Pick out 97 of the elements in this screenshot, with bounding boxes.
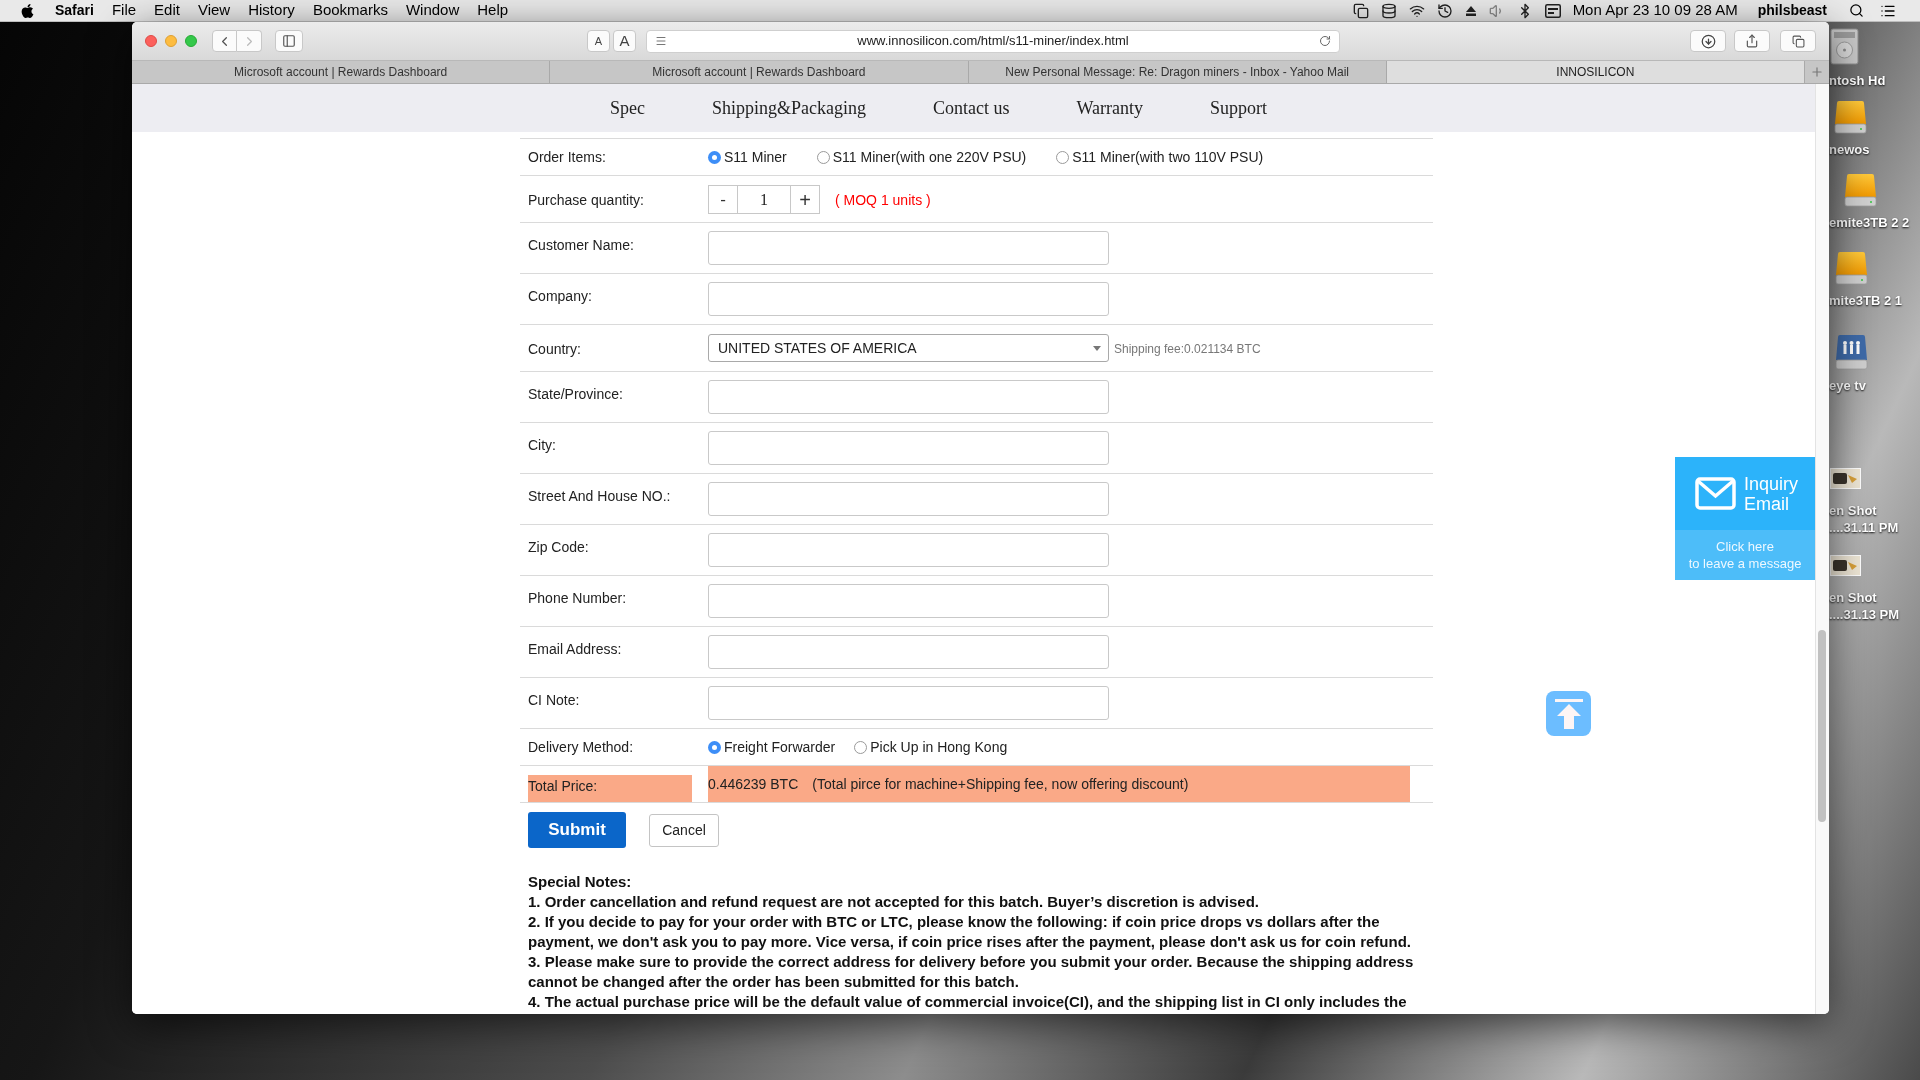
radio-option[interactable]: S11 Miner(with two 110V PSU)	[1056, 146, 1264, 168]
text-field[interactable]	[708, 635, 1109, 669]
arrow-to-top-icon	[1554, 698, 1583, 729]
field-label: CI Note:	[528, 692, 580, 708]
note-text: 4. The actual purchase price will be the default value of commercial invoice(CI), and the shipping list in CI only includes the	[528, 992, 1408, 1012]
minus-button[interactable]: -	[708, 185, 738, 214]
field-label: State/Province:	[528, 386, 623, 402]
mail-icon	[1695, 477, 1736, 510]
external-drive-icon[interactable]	[1834, 100, 1867, 134]
text-field[interactable]	[708, 282, 1109, 316]
text-field[interactable]	[708, 380, 1109, 414]
notes-heading: Special Notes:	[528, 872, 633, 892]
sidebar-icon	[282, 34, 296, 48]
text-field[interactable]	[708, 686, 1109, 720]
desktop-icon-label[interactable]: newos	[1829, 141, 1870, 158]
eject-icon[interactable]	[1464, 4, 1477, 17]
menu-item[interactable]: Edit	[154, 0, 180, 22]
desktop-icon-label[interactable]: ntosh Hd	[1829, 72, 1886, 89]
menu-item[interactable]: History	[248, 0, 295, 22]
text-size-button[interactable]: A	[587, 30, 610, 52]
text-field[interactable]	[708, 482, 1109, 516]
caret-icon	[1093, 345, 1101, 351]
nav-link[interactable]: Shipping&Packaging	[712, 94, 866, 122]
note-text: 3. Please make sure to provide the correct address for delivery before you submit your order. Because the shipping address cannot be changed after the order has been submitted for this batch.	[528, 952, 1415, 992]
moq-note: ( MOQ 1 units )	[835, 191, 931, 210]
field-label: Company:	[528, 288, 592, 304]
plus-icon	[1810, 65, 1824, 79]
text-field[interactable]	[708, 231, 1109, 265]
field-label: Street And House NO.:	[528, 488, 671, 504]
text-size-button[interactable]: A	[613, 30, 636, 52]
menu-item[interactable]: Safari	[55, 0, 94, 21]
reload-icon[interactable]	[1319, 35, 1331, 47]
network-drive-icon[interactable]	[1835, 334, 1868, 370]
inquiry-title: Inquiry Email	[1744, 473, 1800, 514]
text-field[interactable]	[708, 584, 1109, 618]
share-button[interactable]	[1734, 30, 1770, 52]
total-price-note: (Total pirce for machine+Shipping fee, now offering discount)	[812, 774, 1189, 794]
radio-option[interactable]: Freight Forwarder	[708, 736, 836, 758]
tabs-button[interactable]	[1780, 30, 1816, 52]
user-name[interactable]: philsbeast	[1757, 0, 1827, 21]
field-label: Order Items:	[528, 149, 606, 165]
radio-option[interactable]: S11 Miner	[708, 146, 787, 168]
quantity-field[interactable]: 1	[738, 185, 790, 214]
menu-clock[interactable]: Mon Apr 23 10 09 28 AM	[1572, 0, 1738, 22]
text-field[interactable]	[708, 533, 1109, 567]
menu-item[interactable]: Bookmarks	[312, 0, 388, 22]
external-drive-icon[interactable]	[1844, 173, 1877, 207]
field-label: Purchase quantity:	[528, 192, 644, 208]
field-label: City:	[528, 437, 556, 453]
nav-link[interactable]: Support	[1210, 94, 1268, 122]
zoom-button[interactable]	[185, 35, 197, 47]
text-field[interactable]	[708, 431, 1109, 465]
scrollbar-thumb[interactable]	[1818, 630, 1826, 822]
window-icon[interactable]	[1544, 3, 1561, 18]
radio-option[interactable]: Pick Up in Hong Kong	[854, 736, 1008, 758]
close-button[interactable]	[145, 35, 157, 47]
cancel-button[interactable]: Cancel	[649, 813, 719, 847]
apple-logo-icon[interactable]	[20, 2, 35, 19]
menu-item[interactable]: View	[197, 0, 231, 22]
nav-link[interactable]: Warranty	[1076, 94, 1143, 122]
note-text: 2. If you decide to pay for your order with BTC or LTC, please know the following: if coin price drops vs dollars after the payment, we don't ask you to pay more. Vice versa, if coin price rises after the payment, please don't ask us for coin refund.	[528, 912, 1412, 952]
radio-option[interactable]: S11 Miner(with one 220V PSU)	[816, 146, 1027, 168]
shipping-fee-note: Shipping fee:0.021134 BTC	[1114, 341, 1261, 358]
menu-item[interactable]: Help	[477, 0, 509, 22]
external-drive-icon[interactable]	[1835, 251, 1868, 285]
nav-link[interactable]: Spec	[610, 94, 645, 122]
browser-tab[interactable]: INNOSILICON	[1386, 61, 1805, 83]
download-button[interactable]	[1690, 30, 1726, 52]
back-button[interactable]	[212, 30, 237, 52]
sidebar-button[interactable]	[275, 30, 303, 52]
tabs-icon	[1791, 34, 1805, 48]
total-price-label: Total Price:	[528, 775, 692, 802]
copy-icon[interactable]	[1352, 2, 1369, 19]
field-label: Country:	[528, 341, 581, 357]
download-icon	[1700, 33, 1716, 49]
country-select[interactable]: UNITED STATES OF AMERICA	[708, 334, 1109, 362]
reader-icon[interactable]	[655, 35, 667, 47]
nav-link[interactable]: Contact us	[933, 94, 1010, 122]
history-icon[interactable]	[1436, 2, 1453, 19]
menu-item[interactable]: File	[111, 0, 137, 22]
note-text: 1. Order cancellation and refund request are not accepted for this batch. Buyer’s discretion is advised.	[528, 892, 1261, 912]
menu-item[interactable]: Window	[405, 0, 460, 22]
image-file-icon[interactable]	[1830, 555, 1861, 576]
hard-drive-icon[interactable]	[1830, 28, 1859, 65]
field-label: Email Address:	[528, 641, 622, 657]
submit-button[interactable]: Submit	[528, 812, 626, 848]
database-icon[interactable]	[1380, 2, 1397, 19]
share-icon	[1745, 34, 1759, 48]
field-label: Phone Number:	[528, 590, 627, 606]
field-label: Delivery Method:	[528, 739, 634, 755]
plus-button[interactable]: +	[790, 185, 820, 214]
field-label: Zip Code:	[528, 539, 589, 555]
image-file-icon[interactable]	[1830, 468, 1861, 489]
field-label: Customer Name:	[528, 237, 634, 253]
search-icon[interactable]	[1849, 3, 1864, 18]
total-price-value: 0.446239 BTC	[708, 774, 799, 794]
address-field[interactable]: www.innosilicon.com/html/s11-miner/index.html	[646, 29, 1340, 53]
